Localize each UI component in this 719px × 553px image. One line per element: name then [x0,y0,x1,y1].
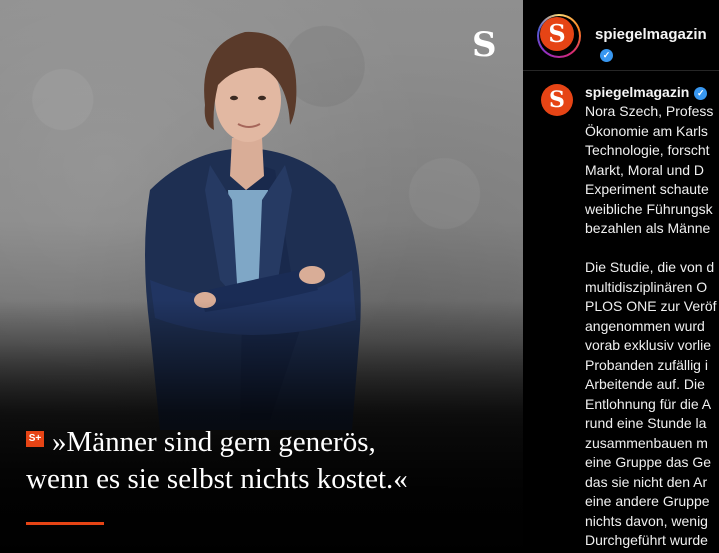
post-header: S spiegelmagazin ✓ [523,0,719,71]
caption-line: eine andere Gruppe [585,493,710,509]
avatar-logo-icon: S [540,17,574,51]
caption-text: Nora Szech, Profess Ökonomie am Karls Te… [585,102,717,551]
caption-line: Probanden zufällig i [585,356,708,373]
caption-username-link[interactable]: spiegelmagazin ✓ [585,82,708,102]
quote-underline [26,522,104,525]
spiegel-logo-icon: S [472,25,497,65]
caption-line: Entlohnung für die A [585,395,712,412]
caption-line: Arbeitende auf. Die [585,376,705,392]
caption-line: PLOS ONE zur Veröf [585,298,717,314]
caption-avatar[interactable]: S [541,84,573,116]
caption-line: Technologie, forscht [585,142,710,158]
caption-line: angenommen wurd [585,317,705,334]
post-quote: S+ »Männer sind gern generös, wenn es si… [26,424,506,498]
spiegel-plus-badge: S+ [26,431,44,447]
quote-line-2: wenn es sie selbst nichts kostet.« [26,463,408,495]
post-side-panel: S spiegelmagazin ✓ S spiegelmagazin ✓ Nora… [523,0,719,553]
caption-line: nichts davon, wenig [585,512,708,529]
caption-line: das sie nicht den Ar [585,473,708,490]
caption-username[interactable]: spiegelmagazin [585,84,689,100]
caption-line: Ökonomie am Karls [585,122,708,139]
story-ring-avatar[interactable]: S [537,14,581,58]
caption-line: zusammenbauen m [585,434,708,451]
quote-line-1: »Männer sind gern generös, [52,426,376,458]
caption-line: bezahlen als Männe [585,220,711,236]
caption-line: Markt, Moral und D [585,161,705,178]
caption-line: vorab exklusiv vorlie [585,337,712,353]
caption-line: rund eine Stunde la [585,415,707,431]
verified-badge-icon: ✓ [694,87,708,100]
caption-line: Durchgeführt wurde [585,532,708,548]
verified-badge-icon: ✓ [600,49,613,62]
header-username[interactable]: spiegelmagazin [595,26,707,43]
header-username-link[interactable]: spiegelmagazin ✓ [595,25,719,65]
caption-line: eine Gruppe das Ge [585,454,712,470]
post-image[interactable]: S S+ »Männer sind gern generös, wenn es … [0,0,523,553]
caption-line: Experiment schaute [585,181,709,197]
caption-line: Nora Szech, Profess [585,103,714,119]
caption-line: Die Studie, die von d [585,259,715,275]
caption-line: weibliche Führungsk [585,200,713,217]
caption-line: multidisziplinären O [585,278,708,295]
